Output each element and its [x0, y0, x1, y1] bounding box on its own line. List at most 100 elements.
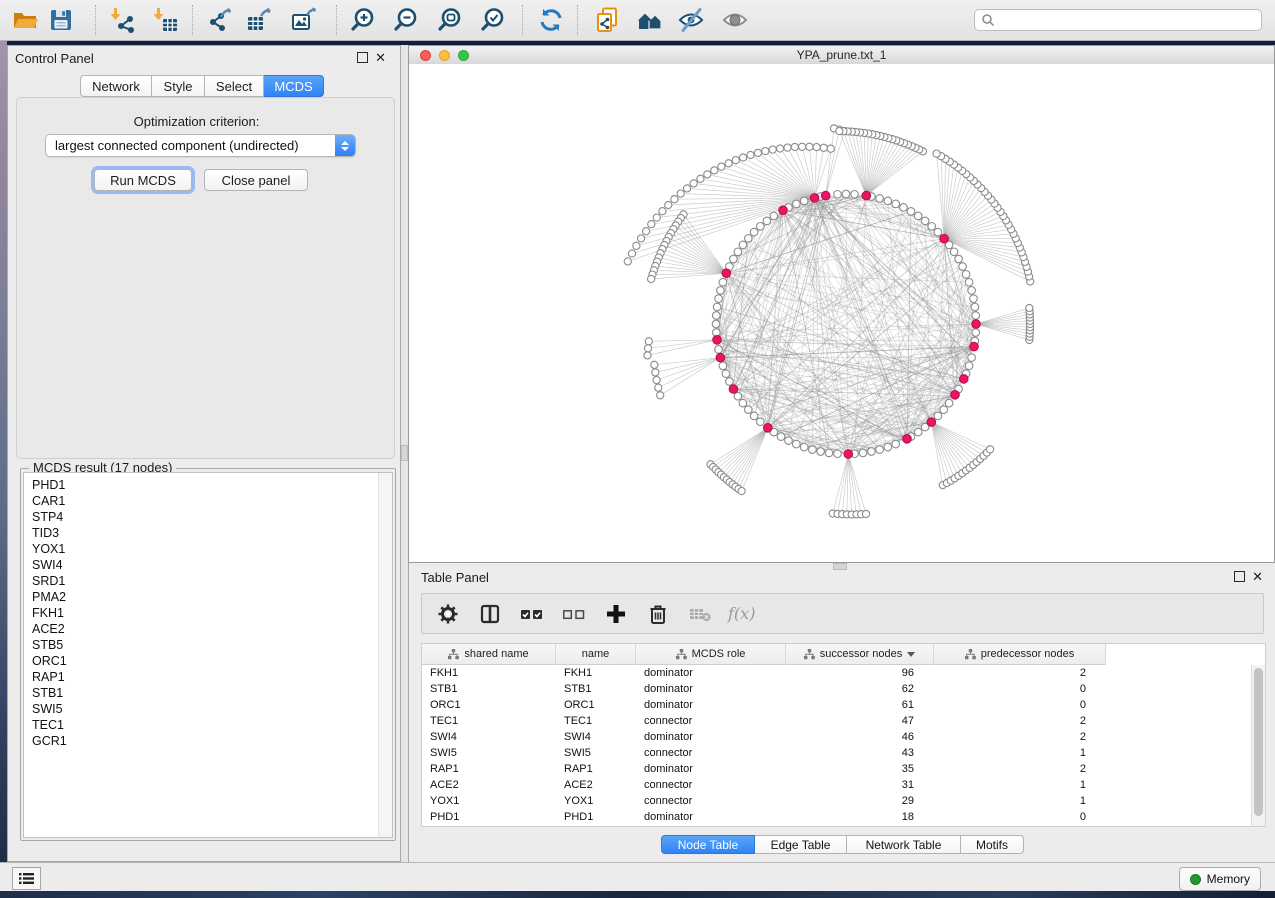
- network-overview-icon[interactable]: [636, 6, 666, 34]
- close-panel-button[interactable]: Close panel: [204, 169, 308, 191]
- table-cell[interactable]: FKH1: [422, 665, 556, 681]
- table-cell[interactable]: dominator: [636, 809, 786, 825]
- export-network-icon[interactable]: [205, 6, 235, 34]
- refresh-icon[interactable]: [536, 6, 566, 34]
- table-cell[interactable]: 1: [934, 793, 1106, 809]
- column-selector-icon[interactable]: [476, 600, 504, 628]
- table-cell[interactable]: ORC1: [556, 697, 636, 713]
- table-row[interactable]: RAP1RAP1dominator352: [422, 761, 1251, 777]
- mcds-list-scrollbar[interactable]: [378, 473, 392, 837]
- criterion-dropdown[interactable]: largest connected component (undirected): [45, 134, 356, 157]
- node-table[interactable]: shared namenameMCDS rolesuccessor nodesp…: [421, 643, 1266, 827]
- table-cell[interactable]: PHD1: [422, 809, 556, 825]
- mcds-result-item[interactable]: PMA2: [24, 589, 378, 605]
- table-cell[interactable]: TEC1: [422, 713, 556, 729]
- table-cell[interactable]: 18: [786, 809, 934, 825]
- table-cell[interactable]: dominator: [636, 761, 786, 777]
- mcds-result-list[interactable]: PHD1CAR1STP4TID3YOX1SWI4SRD1PMA2FKH1ACE2…: [23, 472, 393, 838]
- table-cell[interactable]: 43: [786, 745, 934, 761]
- table-cell[interactable]: SWI4: [556, 729, 636, 745]
- table-cell[interactable]: 2: [934, 729, 1106, 745]
- table-row[interactable]: PHD1PHD1dominator180: [422, 809, 1251, 825]
- network-view[interactable]: [409, 64, 1274, 562]
- table-cell[interactable]: 1: [934, 777, 1106, 793]
- tab-node-table[interactable]: Node Table: [661, 835, 755, 854]
- mcds-result-item[interactable]: ORC1: [24, 653, 378, 669]
- tab-motifs[interactable]: Motifs: [961, 835, 1024, 854]
- mcds-result-item[interactable]: CAR1: [24, 493, 378, 509]
- search-input[interactable]: [995, 12, 1261, 28]
- zoom-in-icon[interactable]: [348, 6, 378, 34]
- table-cell[interactable]: 29: [786, 793, 934, 809]
- table-cell[interactable]: dominator: [636, 697, 786, 713]
- table-cell[interactable]: 96: [786, 665, 934, 681]
- import-table-icon[interactable]: [151, 6, 181, 34]
- mcds-result-item[interactable]: TEC1: [24, 717, 378, 733]
- table-cell[interactable]: PHD1: [556, 809, 636, 825]
- table-cell[interactable]: connector: [636, 713, 786, 729]
- mcds-result-item[interactable]: SWI4: [24, 557, 378, 573]
- unselect-all-columns-icon[interactable]: [560, 600, 588, 628]
- mcds-result-item[interactable]: ACE2: [24, 621, 378, 637]
- table-row[interactable]: SWI5SWI5connector431: [422, 745, 1251, 761]
- run-mcds-button[interactable]: Run MCDS: [94, 169, 192, 191]
- table-cell[interactable]: dominator: [636, 681, 786, 697]
- network-titlebar[interactable]: YPA_prune.txt_1: [409, 46, 1274, 65]
- table-row[interactable]: FKH1FKH1dominator962: [422, 665, 1251, 681]
- zoom-fit-icon[interactable]: [435, 6, 465, 34]
- delete-column-icon[interactable]: [644, 600, 672, 628]
- tab-style[interactable]: Style: [152, 75, 205, 97]
- table-cell[interactable]: FKH1: [556, 665, 636, 681]
- table-row[interactable]: ACE2ACE2connector311: [422, 777, 1251, 793]
- table-cell[interactable]: 0: [934, 681, 1106, 697]
- table-cell[interactable]: SWI4: [422, 729, 556, 745]
- table-row[interactable]: SWI4SWI4dominator462: [422, 729, 1251, 745]
- table-row[interactable]: TEC1TEC1connector472: [422, 713, 1251, 729]
- mcds-result-item[interactable]: STP4: [24, 509, 378, 525]
- mcds-result-item[interactable]: SRD1: [24, 573, 378, 589]
- tab-mcds[interactable]: MCDS: [264, 75, 324, 97]
- tab-network[interactable]: Network: [80, 75, 152, 97]
- table-cell[interactable]: SWI5: [422, 745, 556, 761]
- table-cell[interactable]: RAP1: [556, 761, 636, 777]
- mcds-result-item[interactable]: RAP1: [24, 669, 378, 685]
- vertical-splitter[interactable]: [401, 45, 408, 862]
- table-row[interactable]: STB1STB1dominator620: [422, 681, 1251, 697]
- mcds-result-item[interactable]: PHD1: [24, 477, 378, 493]
- table-cell[interactable]: 47: [786, 713, 934, 729]
- float-window-icon[interactable]: [1234, 571, 1245, 582]
- table-cell[interactable]: connector: [636, 793, 786, 809]
- mcds-result-item[interactable]: STB5: [24, 637, 378, 653]
- table-cell[interactable]: 2: [934, 761, 1106, 777]
- table-row[interactable]: ORC1ORC1dominator610: [422, 697, 1251, 713]
- table-cell[interactable]: 62: [786, 681, 934, 697]
- network-canvas[interactable]: [409, 64, 1274, 562]
- table-cell[interactable]: 1: [934, 745, 1106, 761]
- add-column-icon[interactable]: [602, 600, 630, 628]
- clone-network-icon[interactable]: [592, 6, 622, 34]
- tab-select[interactable]: Select: [205, 75, 264, 97]
- export-table-icon[interactable]: [244, 6, 274, 34]
- memory-button[interactable]: Memory: [1179, 867, 1261, 891]
- zoom-selected-icon[interactable]: [478, 6, 508, 34]
- table-cell[interactable]: STB1: [556, 681, 636, 697]
- horizontal-splitter-grip[interactable]: [833, 563, 847, 570]
- column-header-predecessor-nodes[interactable]: predecessor nodes: [934, 644, 1106, 665]
- table-cell[interactable]: RAP1: [422, 761, 556, 777]
- table-cell[interactable]: STB1: [422, 681, 556, 697]
- table-cell[interactable]: SWI5: [556, 745, 636, 761]
- table-cell[interactable]: 2: [934, 713, 1106, 729]
- table-cell[interactable]: ORC1: [422, 697, 556, 713]
- table-cell[interactable]: YOX1: [422, 793, 556, 809]
- table-cell[interactable]: dominator: [636, 729, 786, 745]
- mcds-result-item[interactable]: GCR1: [24, 733, 378, 749]
- close-panel-icon[interactable]: ✕: [375, 53, 386, 62]
- float-window-icon[interactable]: [357, 52, 368, 63]
- splitter-grip[interactable]: [401, 445, 408, 461]
- table-cell[interactable]: connector: [636, 777, 786, 793]
- save-session-icon[interactable]: [46, 6, 76, 34]
- table-cell[interactable]: dominator: [636, 665, 786, 681]
- table-cell[interactable]: YOX1: [556, 793, 636, 809]
- mcds-result-item[interactable]: FKH1: [24, 605, 378, 621]
- show-graphics-details-icon[interactable]: [720, 6, 750, 34]
